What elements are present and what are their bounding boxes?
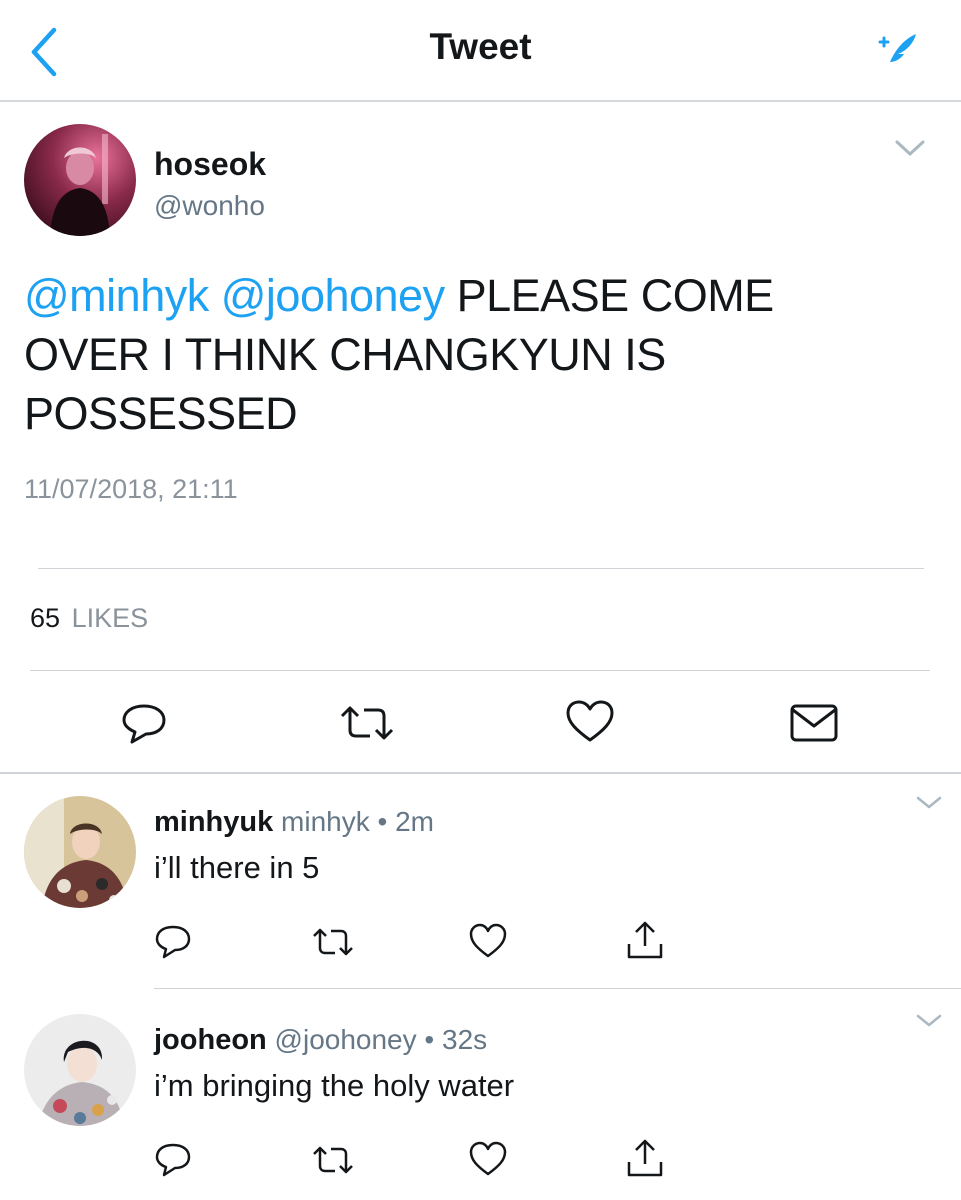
share-icon: [627, 921, 663, 959]
direct-message-button[interactable]: [788, 702, 840, 744]
like-icon: [566, 700, 614, 742]
like-button[interactable]: [468, 1140, 508, 1178]
reply-icon: [122, 704, 166, 744]
likes-label: LIKES: [71, 603, 149, 633]
reply-author-name[interactable]: jooheon: [154, 1024, 267, 1056]
page-title: Tweet: [429, 26, 532, 67]
retweet-button[interactable]: [310, 1142, 356, 1178]
divider: [30, 670, 930, 671]
reply-time: 32s: [442, 1024, 488, 1055]
reply-menu-button[interactable]: [914, 1012, 944, 1030]
like-button[interactable]: [564, 698, 616, 746]
reply-avatar[interactable]: [24, 1014, 136, 1126]
divider: [0, 772, 961, 774]
retweet-button[interactable]: [310, 924, 356, 960]
tweet-menu-button[interactable]: [893, 136, 927, 160]
chevron-down-icon: [916, 796, 942, 809]
reply-text: i’m bringing the holy water: [154, 1068, 515, 1103]
like-icon: [469, 1141, 507, 1176]
tweet-text-line: PLEASE COME: [456, 270, 775, 321]
chevron-down-icon: [895, 140, 925, 156]
author-avatar[interactable]: [24, 124, 136, 236]
reply-author-handle[interactable]: minhyk: [281, 806, 370, 837]
divider: [154, 988, 961, 989]
reply-header: jooheon @joohoney • 32s: [154, 1024, 487, 1057]
reply-time: 2m: [395, 806, 435, 837]
compose-quill-icon: [878, 34, 916, 68]
retweet-icon: [313, 1146, 353, 1174]
tweet-text-line: POSSESSED: [24, 388, 298, 439]
reply-button[interactable]: [118, 700, 170, 746]
direct-message-icon: [790, 704, 838, 742]
meta-separator: •: [377, 806, 388, 837]
share-button[interactable]: [624, 1136, 666, 1180]
chevron-down-icon: [916, 1014, 942, 1027]
meta-separator: •: [424, 1024, 435, 1055]
like-button[interactable]: [468, 922, 508, 960]
reply-button[interactable]: [152, 1140, 194, 1180]
mention-link[interactable]: @joohoney: [221, 270, 445, 321]
compose-button[interactable]: [872, 28, 922, 72]
tweet-text-line: OVER I THINK CHANGKYUN IS: [24, 329, 666, 380]
reply-author-handle[interactable]: @joohoney: [275, 1024, 417, 1055]
reply-text: i’ll there in 5: [154, 850, 320, 885]
reply-menu-button[interactable]: [914, 794, 944, 812]
tweet-timestamp: 11/07/2018, 21:11: [24, 474, 238, 504]
divider: [38, 568, 924, 569]
reply-icon: [155, 1143, 191, 1177]
reply-icon: [155, 925, 191, 959]
reply-avatar[interactable]: [24, 796, 136, 908]
author-handle[interactable]: @wonho: [154, 190, 265, 222]
reply-header: minhyuk minhyk • 2m: [154, 806, 434, 839]
likes-count: 65: [30, 603, 61, 633]
retweet-icon: [340, 706, 394, 740]
header-divider: [0, 100, 961, 102]
retweet-icon: [313, 928, 353, 956]
mention-link[interactable]: @minhyk: [24, 270, 209, 321]
share-icon: [627, 1139, 663, 1177]
share-button[interactable]: [624, 918, 666, 962]
likes-stat[interactable]: 65 LIKES: [30, 603, 148, 634]
reply-author-name[interactable]: minhyuk: [154, 806, 273, 838]
like-icon: [469, 923, 507, 958]
retweet-button[interactable]: [338, 700, 396, 746]
reply-button[interactable]: [152, 922, 194, 962]
tweet-text: @minhyk @joohoney PLEASE COME OVER I THI…: [24, 266, 904, 443]
author-name[interactable]: hoseok: [154, 146, 266, 183]
